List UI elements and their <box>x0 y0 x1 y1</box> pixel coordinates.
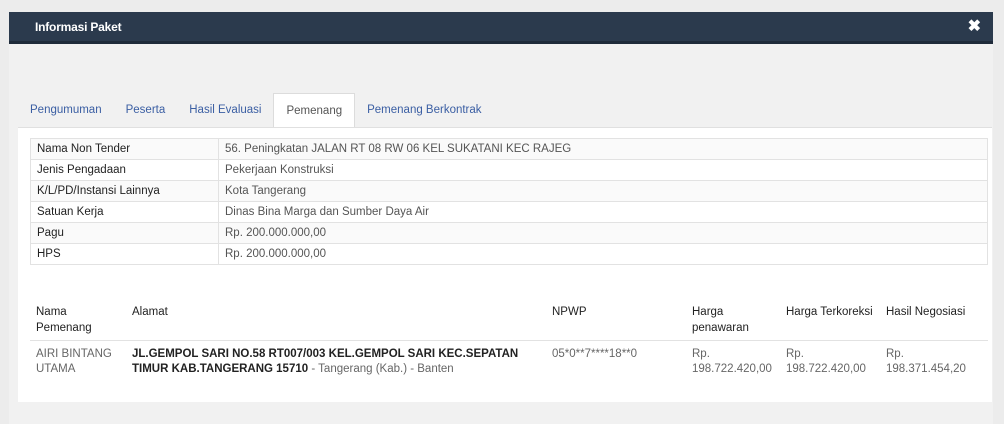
info-label: Jenis Pengadaan <box>30 159 219 181</box>
col-header-harga-penawaran: Harga penawaran <box>686 300 780 341</box>
info-value: Pekerjaan Konstruksi <box>218 159 988 181</box>
col-header-nama-pemenang: Nama Pemenang <box>30 300 126 341</box>
tab-panel-pemenang: Nama Non Tender 56. Peningkatan JALAN RT… <box>18 127 992 403</box>
winner-table: Nama Pemenang Alamat NPWP Harga penawara… <box>30 300 988 383</box>
tab-peserta[interactable]: Peserta <box>114 93 178 127</box>
table-row: HPS Rp. 200.000.000,00 <box>30 243 988 265</box>
info-label: Pagu <box>30 222 219 244</box>
info-label: Satuan Kerja <box>30 201 219 223</box>
tab-bar: Pengumuman Peserta Hasil Evaluasi Pemena… <box>18 93 494 127</box>
table-row: Pagu Rp. 200.000.000,00 <box>30 222 988 244</box>
winner-harga-terkoreksi: Rp. 198.722.420,00 <box>786 348 866 375</box>
tab-pemenang-berkontrak[interactable]: Pemenang Berkontrak <box>355 93 493 127</box>
info-value: Rp. 200.000.000,00 <box>218 243 988 265</box>
table-header-row: Nama Pemenang Alamat NPWP Harga penawara… <box>30 300 988 341</box>
modal-body: Pengumuman Peserta Hasil Evaluasi Pemena… <box>9 44 993 424</box>
info-paket-modal: Informasi Paket ✖ Pengumuman Peserta Has… <box>9 12 993 424</box>
col-header-harga-terkoreksi: Harga Terkoreksi <box>780 300 880 341</box>
winner-harga-penawaran: Rp. 198.722.420,00 <box>692 348 772 375</box>
info-label: Nama Non Tender <box>30 138 219 160</box>
table-row: AIRI BINTANG UTAMA JL.GEMPOL SARI NO.58 … <box>30 341 988 384</box>
winner-hasil-negosiasi: Rp. 198.371.454,20 <box>886 348 966 375</box>
tab-pengumuman[interactable]: Pengumuman <box>18 93 114 127</box>
col-header-alamat: Alamat <box>126 300 546 341</box>
table-row: Nama Non Tender 56. Peningkatan JALAN RT… <box>30 138 988 160</box>
info-label: K/L/PD/Instansi Lainnya <box>30 180 219 202</box>
info-label: HPS <box>30 243 219 265</box>
col-header-hasil-negosiasi: Hasil Negosiasi <box>880 300 988 341</box>
modal-header: Informasi Paket ✖ <box>9 12 993 44</box>
winner-address-region: - Tangerang (Kab.) - Banten <box>308 363 454 375</box>
tab-pemenang[interactable]: Pemenang <box>273 93 356 127</box>
package-info-table: Nama Non Tender 56. Peningkatan JALAN RT… <box>30 138 988 265</box>
info-value: Dinas Bina Marga dan Sumber Daya Air <box>218 201 988 223</box>
table-row: Satuan Kerja Dinas Bina Marga dan Sumber… <box>30 201 988 223</box>
modal-footer-area <box>9 402 993 424</box>
winner-address: JL.GEMPOL SARI NO.58 RT007/003 KEL.GEMPO… <box>126 341 546 384</box>
info-value: Kota Tangerang <box>218 180 988 202</box>
tab-hasil-evaluasi[interactable]: Hasil Evaluasi <box>177 93 273 127</box>
close-icon[interactable]: ✖ <box>968 18 981 35</box>
info-value: Rp. 200.000.000,00 <box>218 222 988 244</box>
table-row: Jenis Pengadaan Pekerjaan Konstruksi <box>30 159 988 181</box>
modal-title: Informasi Paket <box>35 19 122 34</box>
winner-name: AIRI BINTANG UTAMA <box>36 348 112 375</box>
col-header-npwp: NPWP <box>546 300 686 341</box>
info-value: 56. Peningkatan JALAN RT 08 RW 06 KEL SU… <box>218 138 988 160</box>
winner-npwp: 05*0**7****18**0 <box>552 348 638 360</box>
table-row: K/L/PD/Instansi Lainnya Kota Tangerang <box>30 180 988 202</box>
